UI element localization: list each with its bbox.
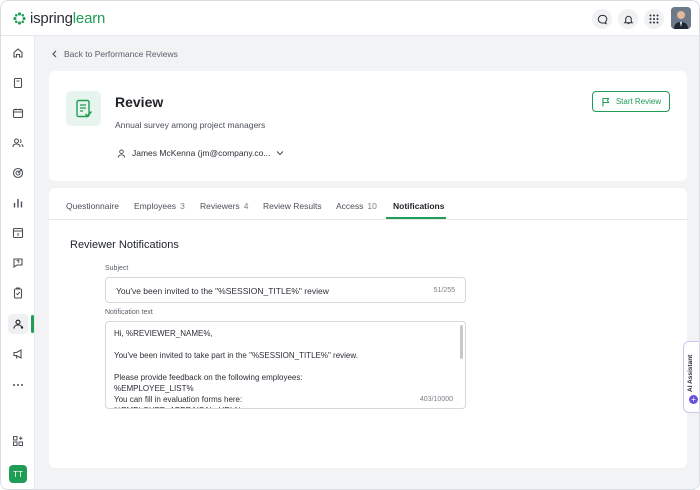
start-review-button[interactable]: Start Review — [592, 91, 670, 112]
sidebar-item-performance-reviews[interactable] — [8, 314, 28, 334]
chat-button[interactable] — [592, 9, 612, 29]
tab-reviewers[interactable]: Reviewers 4 — [200, 201, 248, 211]
notifications-button[interactable] — [618, 9, 638, 29]
tab-questionnaire[interactable]: Questionnaire — [66, 201, 119, 211]
ai-assistant-label: AI Assistant — [687, 354, 694, 392]
subject-input[interactable]: You've been invited to the "%SESSION_TIT… — [105, 277, 466, 303]
flag-icon — [602, 97, 610, 106]
sidebar-item-home[interactable] — [8, 43, 28, 63]
subject-char-counter: 51/255 — [433, 287, 455, 294]
review-header-card: Review Annual survey among project manag… — [49, 71, 687, 181]
back-link[interactable]: Back to Performance Reviews — [51, 49, 178, 59]
subject-label: Subject — [105, 265, 129, 272]
sidebar: TT — [1, 36, 35, 489]
chevron-left-icon — [52, 50, 57, 58]
clipboard-check-icon — [13, 287, 23, 299]
notification-text-area[interactable]: Hi, %REVIEWER_NAME%, You've been invited… — [105, 321, 466, 409]
review-description: Annual survey among project managers — [115, 120, 266, 130]
home-icon — [13, 48, 23, 58]
notification-text-value: Hi, %REVIEWER_NAME%, You've been invited… — [114, 329, 358, 408]
top-bar: ispringlearn — [1, 1, 699, 36]
active-tab-indicator — [386, 217, 446, 219]
sidebar-item-help[interactable] — [8, 253, 28, 273]
users-icon — [12, 138, 24, 148]
sidebar-item-announcements[interactable] — [8, 344, 28, 364]
help-chat-icon — [13, 258, 23, 269]
ispring-logo-icon — [13, 12, 26, 25]
sidebar-item-tasks[interactable] — [8, 283, 28, 303]
tab-review-results[interactable]: Review Results — [263, 201, 322, 211]
target-icon — [12, 167, 24, 179]
user-initials-badge[interactable]: TT — [9, 465, 27, 483]
person-icon — [117, 148, 126, 158]
page-title: Review — [115, 94, 164, 110]
apps-grid-icon — [649, 14, 659, 24]
owner-name: James McKenna (jm@company.co... — [132, 148, 271, 158]
start-review-label: Start Review — [615, 97, 662, 106]
notification-text-label: Notification text — [105, 309, 153, 316]
sidebar-item-add-widget[interactable] — [8, 431, 28, 451]
ai-assistant-tab[interactable]: AI Assistant + — [683, 341, 699, 413]
tab-access[interactable]: Access 10 — [336, 201, 377, 211]
more-icon — [13, 384, 23, 386]
calendar-icon — [12, 108, 24, 119]
tab-count: 4 — [243, 201, 249, 211]
section-title: Reviewer Notifications — [70, 239, 179, 251]
apps-button[interactable] — [644, 9, 664, 29]
plus-icon: + — [689, 395, 698, 404]
sidebar-item-more[interactable] — [8, 375, 28, 395]
add-widget-icon — [13, 436, 23, 446]
review-document-icon — [66, 91, 101, 126]
logo[interactable]: ispringlearn — [13, 10, 105, 27]
sidebar-item-directory[interactable] — [8, 223, 28, 243]
tab-count: 10 — [367, 201, 377, 211]
tab-count: 3 — [180, 201, 185, 211]
id-card-icon — [12, 227, 24, 239]
subject-value: You've been invited to the "%SESSION_TIT… — [116, 286, 329, 296]
sidebar-item-calendar[interactable] — [8, 103, 28, 123]
megaphone-icon — [13, 349, 22, 359]
bar-chart-icon — [13, 199, 23, 208]
sidebar-item-users[interactable] — [8, 133, 28, 153]
tab-bar: Questionnaire Employees 3 Reviewers 4 Revi… — [49, 188, 687, 220]
user-avatar[interactable] — [671, 7, 691, 29]
notifications-card: Questionnaire Employees 3 Reviewers 4 Revi… — [49, 188, 687, 468]
tab-employees[interactable]: Employees 3 — [134, 201, 185, 211]
text-char-counter: 403/10000 — [415, 396, 453, 403]
book-icon — [13, 77, 23, 89]
logo-text: ispringlearn — [30, 10, 106, 27]
back-link-label: Back to Performance Reviews — [64, 49, 178, 59]
bell-icon — [623, 15, 633, 24]
active-indicator — [31, 315, 34, 333]
chevron-down-icon — [277, 151, 284, 156]
owner-selector[interactable]: James McKenna (jm@company.co... — [117, 148, 284, 158]
sidebar-item-goals[interactable] — [8, 163, 28, 183]
chat-icon — [597, 14, 607, 24]
sidebar-item-courses[interactable] — [8, 73, 28, 93]
sidebar-item-reports[interactable] — [8, 193, 28, 213]
textarea-scrollbar[interactable] — [460, 325, 463, 359]
app-window: ispringlearn TT Back to Performance Revi… — [0, 0, 700, 490]
review-icon — [13, 319, 24, 329]
tab-notifications[interactable]: Notifications — [393, 201, 444, 211]
